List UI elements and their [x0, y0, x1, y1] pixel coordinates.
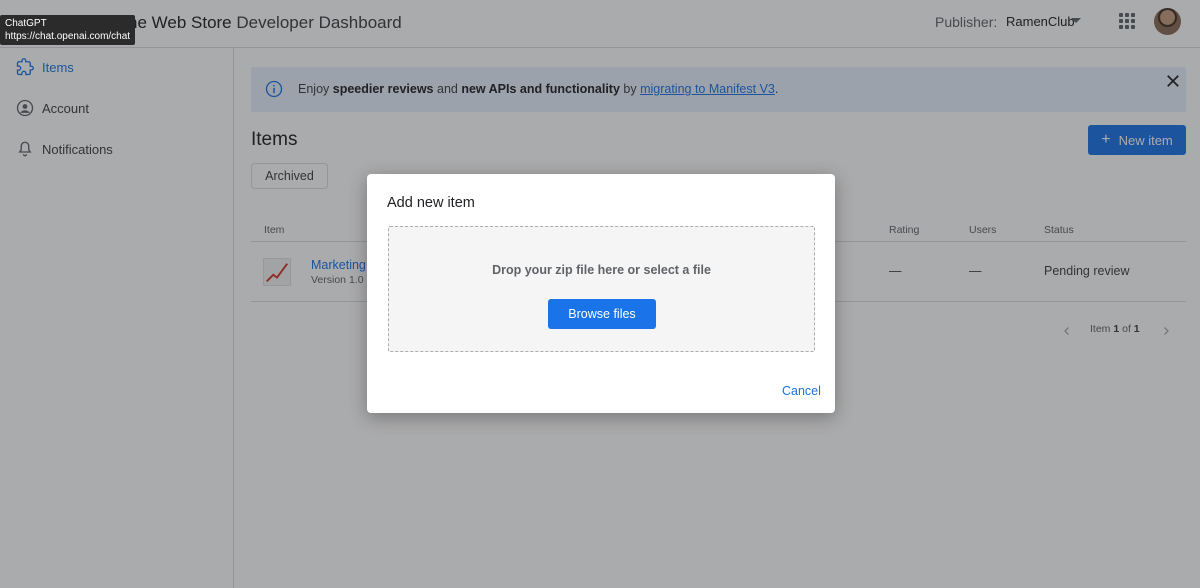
cancel-button[interactable]: Cancel [782, 384, 821, 398]
tooltip-title: ChatGPT [5, 18, 47, 29]
add-item-dialog: Add new item Drop your zip file here or … [367, 174, 835, 413]
browse-files-button[interactable]: Browse files [548, 299, 656, 329]
tooltip-url: https://chat.openai.com/chat [5, 31, 131, 42]
tab-tooltip: ChatGPT https://chat.openai.com/chat [0, 15, 136, 45]
dialog-title: Add new item [387, 195, 475, 211]
file-dropzone[interactable]: Drop your zip file here or select a file… [388, 226, 815, 352]
dropzone-text: Drop your zip file here or select a file [492, 263, 711, 277]
